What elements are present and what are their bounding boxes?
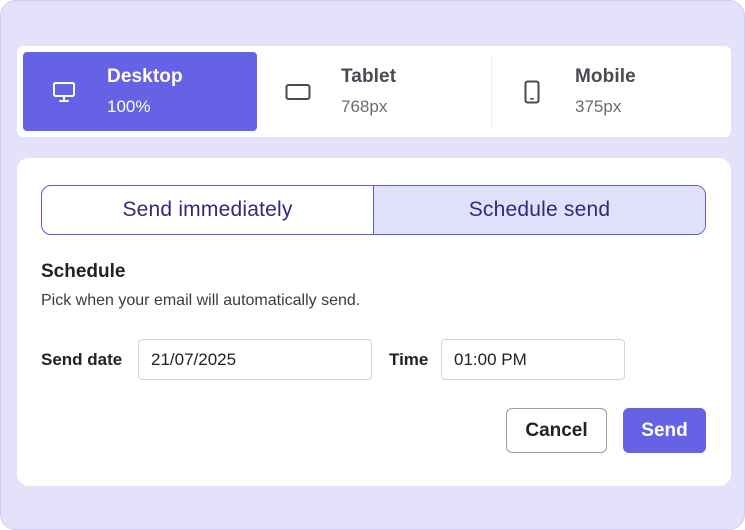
device-option-text: Tablet 768px [341,66,396,117]
mobile-phone-icon [519,79,545,105]
device-name: Desktop [107,66,183,87]
desktop-monitor-icon [51,79,77,105]
schedule-send-tab[interactable]: Schedule send [373,186,705,234]
device-option-text: Mobile 375px [575,66,636,117]
device-option-text: Desktop 100% [107,66,183,117]
cancel-button[interactable]: Cancel [506,408,607,453]
device-switcher: Desktop 100% Tablet 768px Mobile 375px [17,46,731,137]
device-option-mobile[interactable]: Mobile 375px [491,52,725,131]
schedule-description: Pick when your email will automatically … [41,292,361,309]
device-name: Tablet [341,66,397,87]
schedule-heading: Schedule [41,261,126,282]
device-name: Mobile [575,66,636,87]
device-option-tablet[interactable]: Tablet 768px [257,52,491,131]
device-size: 100% [107,97,151,116]
preview-frame: Desktop 100% Tablet 768px Mobile 375px S… [0,0,745,530]
time-label: Time [389,350,429,369]
send-immediately-tab[interactable]: Send immediately [42,186,373,234]
send-button[interactable]: Send [623,408,706,453]
schedule-card: Send immediately Schedule send Schedule … [17,158,731,486]
time-input[interactable] [441,339,625,380]
device-size: 375px [575,97,622,116]
device-option-desktop[interactable]: Desktop 100% [23,52,257,131]
send-date-input[interactable] [138,339,372,380]
send-date-label: Send date [41,350,123,369]
device-size: 768px [341,97,388,116]
send-mode-toggle: Send immediately Schedule send [41,185,706,235]
tablet-icon [285,79,311,105]
